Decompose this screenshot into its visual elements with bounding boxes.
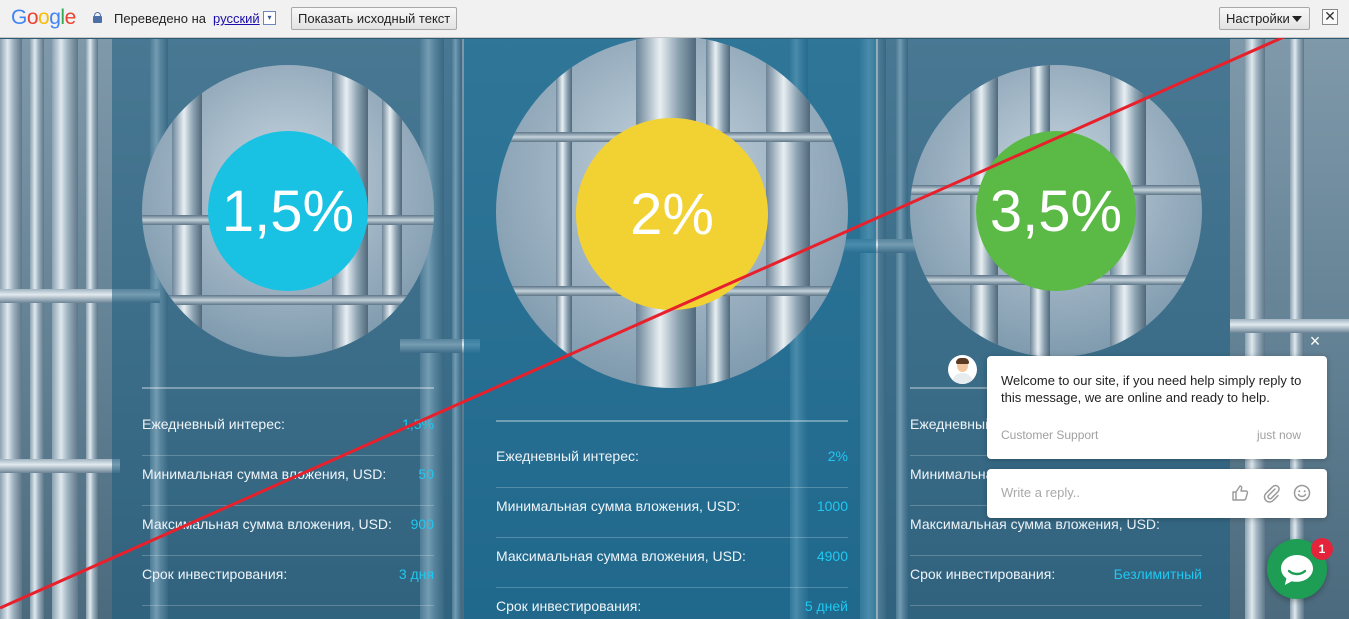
row-label: Срок инвестирования: xyxy=(142,566,288,582)
plan-1-row-daily: Ежедневный интерес: 1,5% xyxy=(142,406,434,456)
emoji-icon[interactable] xyxy=(1292,483,1312,503)
row-value: 50 xyxy=(418,466,434,482)
plan-2-row-daily: Ежедневный интерес: 2% xyxy=(496,438,848,488)
chat-timestamp: just now xyxy=(1256,428,1301,442)
row-label: Срок инвестирования: xyxy=(910,566,1056,582)
chat-close-icon[interactable]: × xyxy=(1307,332,1323,350)
row-value: 3 дня xyxy=(398,566,434,582)
row-label: Максимальная сумма вложения, USD: xyxy=(910,516,1160,532)
paperclip-icon[interactable] xyxy=(1261,483,1281,503)
user-avatar xyxy=(948,355,977,384)
plan-3-row-term: Срок инвестирования: Безлимитный xyxy=(910,556,1202,606)
lock-icon xyxy=(93,12,102,23)
row-value: 1,5% xyxy=(402,416,434,432)
row-value: 1000 xyxy=(816,498,848,514)
google-logo[interactable]: Google xyxy=(11,6,76,30)
show-original-button[interactable]: Показать исходный текст xyxy=(291,7,458,30)
plan-1-row-min: Минимальная сумма вложения, USD: 50 xyxy=(142,456,434,506)
chat-message-text: Welcome to our site, if you need help si… xyxy=(1001,373,1302,405)
row-value: Безлимитный xyxy=(1113,566,1202,582)
plan-2-row-term: Срок инвестирования: 5 дней xyxy=(496,588,848,619)
settings-label: Настройки xyxy=(1226,11,1290,26)
chevron-down-icon xyxy=(1292,16,1302,22)
notification-badge: 1 xyxy=(1311,538,1333,560)
chat-sender: Customer Support xyxy=(1001,428,1099,442)
language-link[interactable]: русский xyxy=(213,11,260,26)
row-label: Минимальная сумма вложения, USD: xyxy=(142,466,387,482)
row-value: 2% xyxy=(827,448,848,464)
row-value: 900 xyxy=(410,516,434,532)
plan-3-rate-badge: 3,5% xyxy=(976,131,1136,291)
row-value: 4900 xyxy=(816,548,848,564)
chat-message-bubble[interactable]: Welcome to our site, if you need help si… xyxy=(987,356,1327,459)
translated-to-label: Переведено на xyxy=(114,11,206,26)
row-value: 5 дней xyxy=(804,598,848,614)
plan-2-row-max: Максимальная сумма вложения, USD: 4900 xyxy=(496,538,848,588)
plan-2-rate-badge: 2% xyxy=(576,118,768,310)
chat-reply-box[interactable]: Write a reply.. xyxy=(987,469,1327,518)
row-label: Ежедневный интерес: xyxy=(496,448,639,464)
plan-1-rate-badge: 1,5% xyxy=(208,131,368,291)
translate-bar: Google Переведено на русский ▾ Показать … xyxy=(0,0,1349,38)
plan-1-divider xyxy=(142,387,434,389)
plan-2-divider xyxy=(496,420,848,422)
row-label: Максимальная сумма вложения, USD: xyxy=(496,548,746,564)
thumbs-up-icon[interactable] xyxy=(1230,483,1250,503)
row-label: Срок инвестирования: xyxy=(496,598,642,614)
row-label: Минимальная сумма вложения, USD: xyxy=(496,498,741,514)
plan-2-row-min: Минимальная сумма вложения, USD: 1000 xyxy=(496,488,848,538)
row-label: Ежедневный интерес: xyxy=(142,416,285,432)
plan-1-row-max: Максимальная сумма вложения, USD: 900 xyxy=(142,506,434,556)
settings-button[interactable]: Настройки xyxy=(1219,7,1310,30)
reply-input[interactable]: Write a reply.. xyxy=(1001,485,1080,500)
close-translate-bar-button[interactable]: ✕ xyxy=(1322,9,1338,25)
language-dropdown-arrow[interactable]: ▾ xyxy=(263,11,276,25)
plan-1-row-term: Срок инвестирования: 3 дня xyxy=(142,556,434,606)
row-label: Максимальная сумма вложения, USD: xyxy=(142,516,392,532)
